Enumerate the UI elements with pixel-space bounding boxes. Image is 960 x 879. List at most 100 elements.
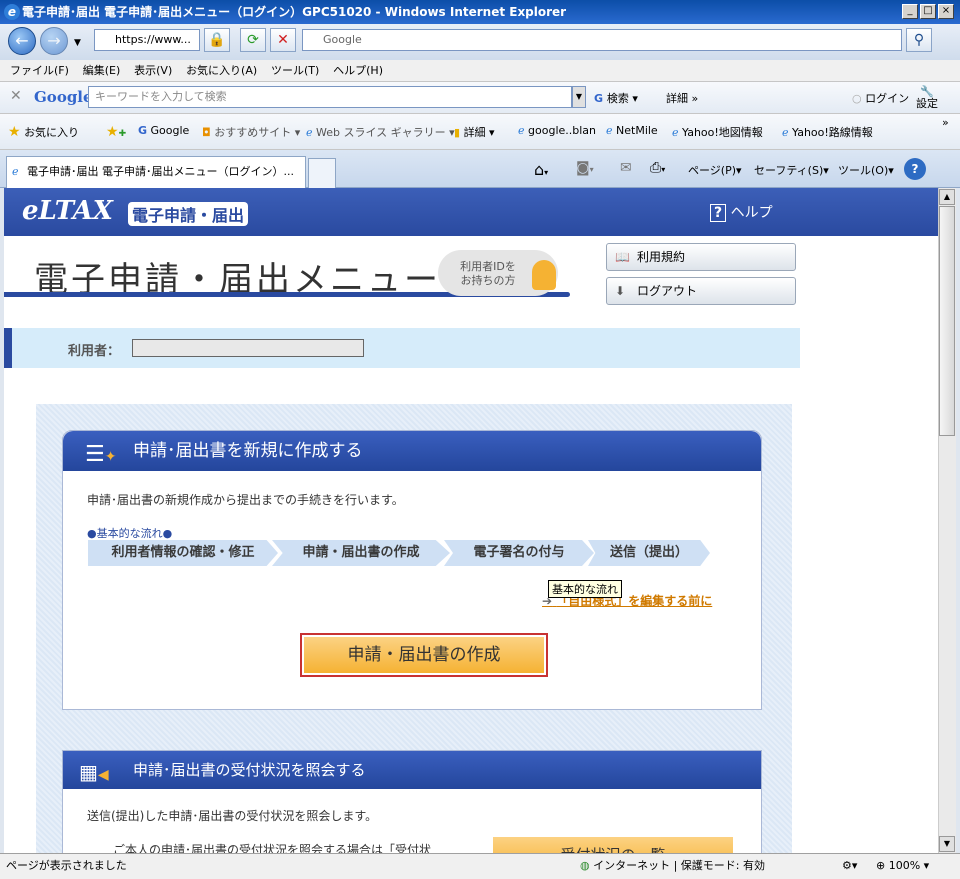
- menu-view[interactable]: 表示(V): [134, 60, 172, 82]
- google-search-button[interactable]: G 検索 ▾: [594, 90, 638, 106]
- security-zone: ◍ インターネット | 保護モード: 有効: [580, 854, 765, 878]
- logout-label: ログアウト: [637, 284, 698, 298]
- chevron-more-icon[interactable]: »: [942, 116, 949, 129]
- google-settings-button[interactable]: 🔧 設定: [916, 86, 938, 110]
- logout-button[interactable]: ⬇ ログアウト: [606, 277, 796, 305]
- tab-current[interactable]: ℯ 電子申請･届出 電子申請･届出メニュー（ログイン）...: [6, 156, 306, 188]
- google-search-label: 検索: [606, 92, 629, 105]
- tools-menu[interactable]: ツール(O)▾: [838, 162, 894, 178]
- tooltip: 基本的な流れ: [548, 580, 622, 598]
- ie-page-icon: ℯ: [306, 126, 313, 139]
- globe-icon: ◍: [580, 859, 590, 872]
- fav-yahoo-map-label: Yahoo!地図情報: [682, 126, 763, 139]
- google-g-icon: G: [594, 92, 607, 105]
- zoom-icon: ⊕: [876, 859, 886, 872]
- status-list-button[interactable]: 受付状況の一覧: [493, 837, 733, 853]
- fav-netmile[interactable]: ℯ NetMile: [606, 124, 658, 137]
- address-bar[interactable]: https://www...: [94, 29, 200, 51]
- minimize-button[interactable]: _: [902, 4, 918, 19]
- menu-bar: ファイル(F) 編集(E) 表示(V) お気に入り(A) ツール(T) ヘルプ(…: [0, 60, 960, 82]
- help-box-icon: ?: [710, 204, 727, 222]
- new-tab-button[interactable]: [308, 158, 336, 188]
- back-button[interactable]: ←: [8, 27, 36, 55]
- menu-edit[interactable]: 編集(E): [83, 60, 121, 82]
- status-inquiry-desc2: ご本人の申請･届出書の受付状況を照会する場合は「受付状: [113, 843, 432, 853]
- close-button[interactable]: ×: [938, 4, 954, 19]
- google-search-placeholder: キーワードを入力して検索: [95, 90, 227, 103]
- help-link[interactable]: ? ヘルプ: [710, 202, 773, 222]
- google-login-button[interactable]: ○ ログイン: [852, 90, 909, 106]
- menu-file[interactable]: ファイル(F): [10, 60, 69, 82]
- flow-step-4: 送信（提出）: [588, 540, 710, 566]
- add-favorite-icon[interactable]: ★✚: [106, 124, 126, 140]
- scroll-thumb[interactable]: [939, 206, 955, 436]
- zoom-label: 100%: [888, 859, 921, 872]
- google-details-button[interactable]: 詳細 »: [666, 90, 698, 106]
- zoom-level[interactable]: ⊕ 100% ▾: [876, 854, 929, 878]
- tools-menu-label: ツール(O): [838, 164, 889, 177]
- user-label: 利用者：: [68, 344, 121, 359]
- google-search-input[interactable]: キーワードを入力して検索: [88, 86, 572, 108]
- forward-button[interactable]: →: [40, 27, 68, 55]
- back-arrow-icon: ←: [15, 31, 29, 50]
- page-menu-label: ページ(P): [688, 164, 736, 177]
- help-label: ヘルプ: [730, 205, 773, 221]
- refresh-icon[interactable]: ⟳: [240, 28, 266, 52]
- google-dropdown-icon[interactable]: ▼: [572, 86, 586, 108]
- logout-arrow-icon: ⬇: [615, 284, 626, 298]
- search-icon[interactable]: ⚲: [906, 28, 932, 52]
- lock-icon[interactable]: 🔒: [204, 28, 230, 52]
- eltax-logo: eLTAX: [22, 196, 113, 226]
- ie-page-icon: ℯ: [12, 165, 19, 178]
- new-application-desc: 申請･届出書の新規作成から提出までの手続きを行います。: [87, 493, 404, 507]
- flow-step-2: 申請・届出書の作成: [272, 540, 450, 566]
- menu-help[interactable]: ヘルプ(H): [333, 60, 383, 82]
- mail-icon[interactable]: ✉: [620, 160, 632, 176]
- address-text: https://www...: [115, 33, 191, 46]
- safety-menu[interactable]: セーフティ(S)▾: [754, 162, 829, 178]
- protected-mode-icon[interactable]: ⚙▾: [842, 854, 857, 878]
- scroll-up-arrow-icon[interactable]: ▲: [939, 189, 955, 205]
- ie-logo-icon: e: [4, 4, 20, 20]
- user-id-icon: [532, 260, 556, 290]
- create-application-button[interactable]: 申請・届出書の作成: [304, 637, 544, 673]
- search-input[interactable]: Google: [302, 29, 902, 51]
- favorites-button[interactable]: ★ お気に入り: [8, 124, 79, 140]
- terms-label: 利用規約: [637, 250, 686, 264]
- terms-button[interactable]: 📖 利用規約: [606, 243, 796, 271]
- eltax-header: eLTAX 電子申請・届出 ? ヘルプ: [4, 188, 938, 236]
- flow-label: ●基本的な流れ●: [87, 527, 173, 540]
- print-icon[interactable]: ⎙▾: [650, 160, 665, 176]
- fav-google-label: Google: [150, 124, 190, 137]
- page-menu[interactable]: ページ(P)▾: [688, 162, 742, 178]
- fav-web-slice[interactable]: ℯ Web スライス ギャラリー ▾: [306, 124, 455, 140]
- status-text: ページが表示されました: [6, 859, 127, 872]
- menu-favorites[interactable]: お気に入り(A): [186, 60, 257, 82]
- fav-details-folder[interactable]: ▮ 詳細 ▾: [454, 124, 495, 140]
- id-badge-line1: 利用者IDを: [460, 260, 516, 273]
- fav-yahoo-route[interactable]: ℯ Yahoo!路線情報: [782, 124, 873, 140]
- create-button-frame: 申請・届出書の作成: [300, 633, 548, 677]
- folder-icon: ▮: [454, 126, 461, 139]
- fav-google-blan[interactable]: ℯ google..blan: [518, 124, 596, 137]
- favorites-bar: ★ お気に入り ★✚ G Google ◘ おすすめサイト ▾ ℯ Web スラ…: [0, 114, 960, 150]
- document-pen-icon: ☰✦: [85, 442, 117, 467]
- feed-icon[interactable]: ◙▾: [576, 160, 594, 176]
- fav-yahoo-map[interactable]: ℯ Yahoo!地図情報: [672, 124, 763, 140]
- help-icon[interactable]: ?: [904, 158, 926, 180]
- window-title-bar: 電子申請･届出 電子申請･届出メニュー（ログイン）GPC51020 - Wind…: [0, 0, 960, 24]
- google-settings-label: 設定: [916, 97, 938, 110]
- scroll-down-arrow-icon[interactable]: ▼: [939, 836, 955, 852]
- google-login-label: ログイン: [865, 92, 910, 105]
- history-dropdown-icon[interactable]: ▼: [74, 38, 81, 48]
- security-zone-label: インターネット | 保護モード: 有効: [593, 859, 766, 872]
- fav-google[interactable]: G Google: [138, 124, 189, 137]
- close-toolbar-icon[interactable]: ✕: [10, 88, 22, 104]
- flow-step-3: 電子署名の付与: [444, 540, 594, 566]
- stop-icon[interactable]: ✕: [270, 28, 296, 52]
- maximize-button[interactable]: □: [920, 4, 936, 19]
- menu-tools[interactable]: ツール(T): [271, 60, 319, 82]
- home-icon[interactable]: ⌂▾: [534, 160, 548, 179]
- flow-step-1: 利用者情報の確認・修正: [88, 540, 278, 566]
- fav-suggested-sites[interactable]: ◘ おすすめサイト ▾: [202, 124, 300, 140]
